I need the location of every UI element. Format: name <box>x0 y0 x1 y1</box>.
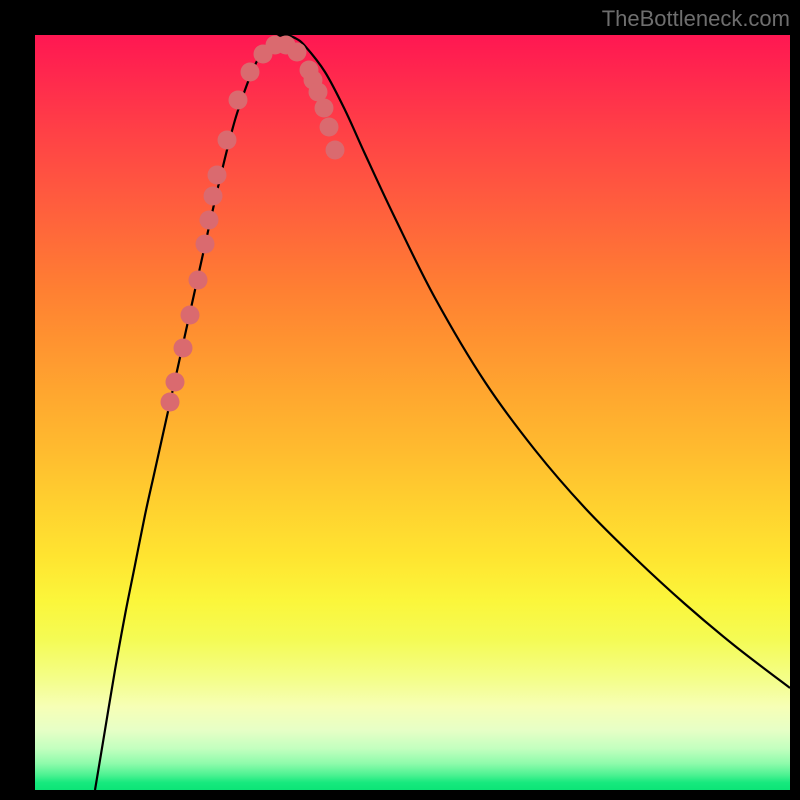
marker-dot <box>241 63 260 82</box>
watermark-text: TheBottleneck.com <box>602 6 790 32</box>
marker-dot <box>229 91 248 110</box>
marker-dot <box>200 211 219 230</box>
marker-dot <box>204 187 223 206</box>
marker-dot <box>196 235 215 254</box>
marker-dot <box>161 393 180 412</box>
marker-dot <box>218 131 237 150</box>
marker-dot <box>208 166 227 185</box>
bottleneck-curve <box>95 35 790 790</box>
marker-dot <box>326 141 345 160</box>
marker-dot <box>320 118 339 137</box>
marker-dot <box>189 271 208 290</box>
marker-dot <box>174 339 193 358</box>
chart-frame: TheBottleneck.com <box>0 0 800 800</box>
chart-svg <box>35 35 790 790</box>
marker-dot <box>288 43 307 62</box>
highlight-markers <box>161 36 345 412</box>
marker-dot <box>166 373 185 392</box>
plot-area <box>35 35 790 790</box>
marker-dot <box>181 306 200 325</box>
marker-dot <box>315 99 334 118</box>
